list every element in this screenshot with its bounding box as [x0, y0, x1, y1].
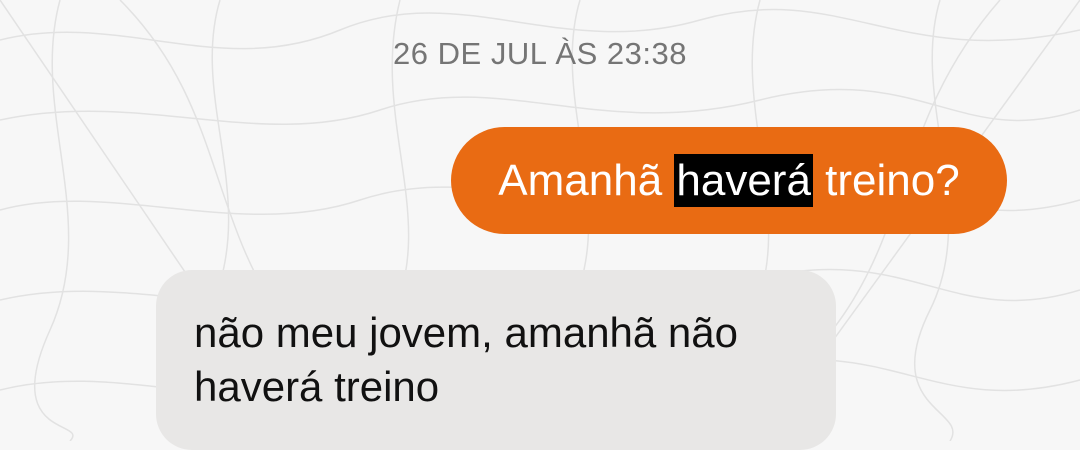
outgoing-message-bubble[interactable]: Amanhã haverá treino? — [451, 127, 1007, 234]
outgoing-text-after: treino? — [812, 155, 960, 205]
outgoing-message-text: Amanhã haverá treino? — [498, 153, 960, 207]
message-timestamp: 26 DE JUL ÀS 23:38 — [393, 36, 687, 71]
incoming-message-bubble[interactable]: não meu jovem, amanhã não haverá treino — [156, 270, 836, 450]
selected-word-highlight[interactable]: haverá — [674, 153, 813, 207]
outgoing-text-before: Amanhã — [498, 155, 675, 205]
incoming-message-line-1: não meu jovem, amanhã não — [194, 309, 739, 356]
incoming-message-line-2: haverá treino — [194, 363, 440, 410]
